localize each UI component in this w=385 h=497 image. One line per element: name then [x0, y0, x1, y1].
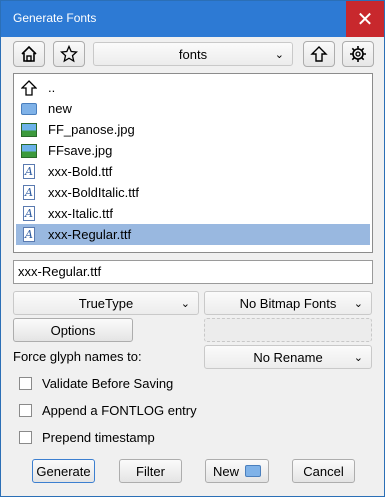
glyph-rename-value: No Rename: [253, 349, 323, 365]
chevron-down-icon: ⌄: [274, 49, 284, 61]
options-button[interactable]: Options: [13, 318, 133, 342]
file-name: ..: [48, 80, 56, 95]
outline-format-value: TrueType: [78, 295, 134, 311]
gear-icon: [350, 46, 366, 62]
file-row-font-selected[interactable]: A xxx-Regular.ttf: [16, 224, 370, 245]
file-row-font[interactable]: A xxx-Italic.ttf: [16, 203, 370, 224]
image-icon: [21, 143, 37, 158]
bookmark-button[interactable]: [53, 41, 85, 67]
home-button[interactable]: [13, 41, 45, 67]
generate-label: Generate: [36, 463, 91, 479]
generate-button[interactable]: Generate: [32, 459, 95, 483]
chevron-down-icon: ⌄: [353, 352, 363, 364]
bitmap-format-select[interactable]: No Bitmap Fonts ⌄: [204, 291, 372, 315]
fontlog-label: Append a FONTLOG entry: [42, 403, 197, 418]
bitmap-format-value: No Bitmap Fonts: [239, 295, 337, 311]
file-row-font[interactable]: A xxx-BoldItalic.ttf: [16, 182, 370, 203]
file-row-image[interactable]: FF_panose.jpg: [16, 119, 370, 140]
file-name: FFsave.jpg: [48, 143, 113, 158]
title-bar: Generate Fonts ✕: [1, 1, 384, 37]
outline-format-select[interactable]: TrueType ⌄: [13, 291, 199, 315]
timestamp-label: Prepend timestamp: [42, 430, 155, 445]
folder-icon: [21, 102, 37, 115]
cancel-button[interactable]: Cancel: [292, 459, 355, 483]
arrow-up-icon: [310, 46, 328, 62]
file-list[interactable]: .. new FF_panose.jpg FFsave.jpg A xxx-Bo…: [13, 73, 373, 253]
validate-checkbox[interactable]: [19, 377, 32, 390]
directory-select[interactable]: fonts ⌄: [93, 42, 293, 66]
file-name: xxx-BoldItalic.ttf: [48, 185, 140, 200]
generate-fonts-dialog: Generate Fonts ✕ fonts ⌄ .. new FF_panos…: [0, 0, 385, 497]
file-name: FF_panose.jpg: [48, 122, 135, 137]
window-title: Generate Fonts: [13, 11, 97, 25]
chevron-down-icon: ⌄: [180, 298, 190, 310]
file-name: new: [48, 101, 72, 116]
file-row-parent[interactable]: ..: [16, 77, 370, 98]
chevron-down-icon: ⌄: [353, 298, 363, 310]
arrow-up-icon: [20, 79, 38, 97]
new-label: New: [212, 463, 239, 479]
image-icon: [21, 122, 37, 137]
filename-input[interactable]: xxx-Regular.ttf: [13, 260, 373, 284]
font-file-icon: A: [23, 185, 35, 200]
filter-button[interactable]: Filter: [119, 459, 182, 483]
star-icon: [60, 45, 78, 63]
file-name: xxx-Bold.ttf: [48, 164, 113, 179]
directory-value: fonts: [178, 46, 208, 62]
file-name: xxx-Italic.ttf: [48, 206, 114, 221]
filter-label: Filter: [136, 463, 165, 479]
font-file-icon: A: [23, 227, 35, 242]
bitmap-sizes-field: [204, 318, 372, 342]
parent-directory-button[interactable]: [303, 41, 335, 67]
glyph-rename-select[interactable]: No Rename ⌄: [204, 345, 372, 369]
validate-label: Validate Before Saving: [42, 376, 174, 391]
fontlog-checkbox[interactable]: [19, 404, 32, 417]
home-icon: [21, 45, 37, 62]
close-button[interactable]: ✕: [346, 1, 384, 37]
font-file-icon: A: [23, 164, 35, 179]
force-glyph-label: Force glyph names to:: [13, 349, 142, 364]
file-row-folder[interactable]: new: [16, 98, 370, 119]
timestamp-checkbox[interactable]: [19, 431, 32, 444]
font-file-icon: A: [23, 206, 35, 221]
file-row-image[interactable]: FFsave.jpg: [16, 140, 370, 161]
file-row-font[interactable]: A xxx-Bold.ttf: [16, 161, 370, 182]
new-folder-button[interactable]: New: [205, 459, 269, 483]
file-name: xxx-Regular.ttf: [48, 227, 132, 242]
settings-button[interactable]: [342, 41, 374, 67]
folder-icon: [245, 465, 261, 477]
cancel-label: Cancel: [303, 463, 344, 479]
